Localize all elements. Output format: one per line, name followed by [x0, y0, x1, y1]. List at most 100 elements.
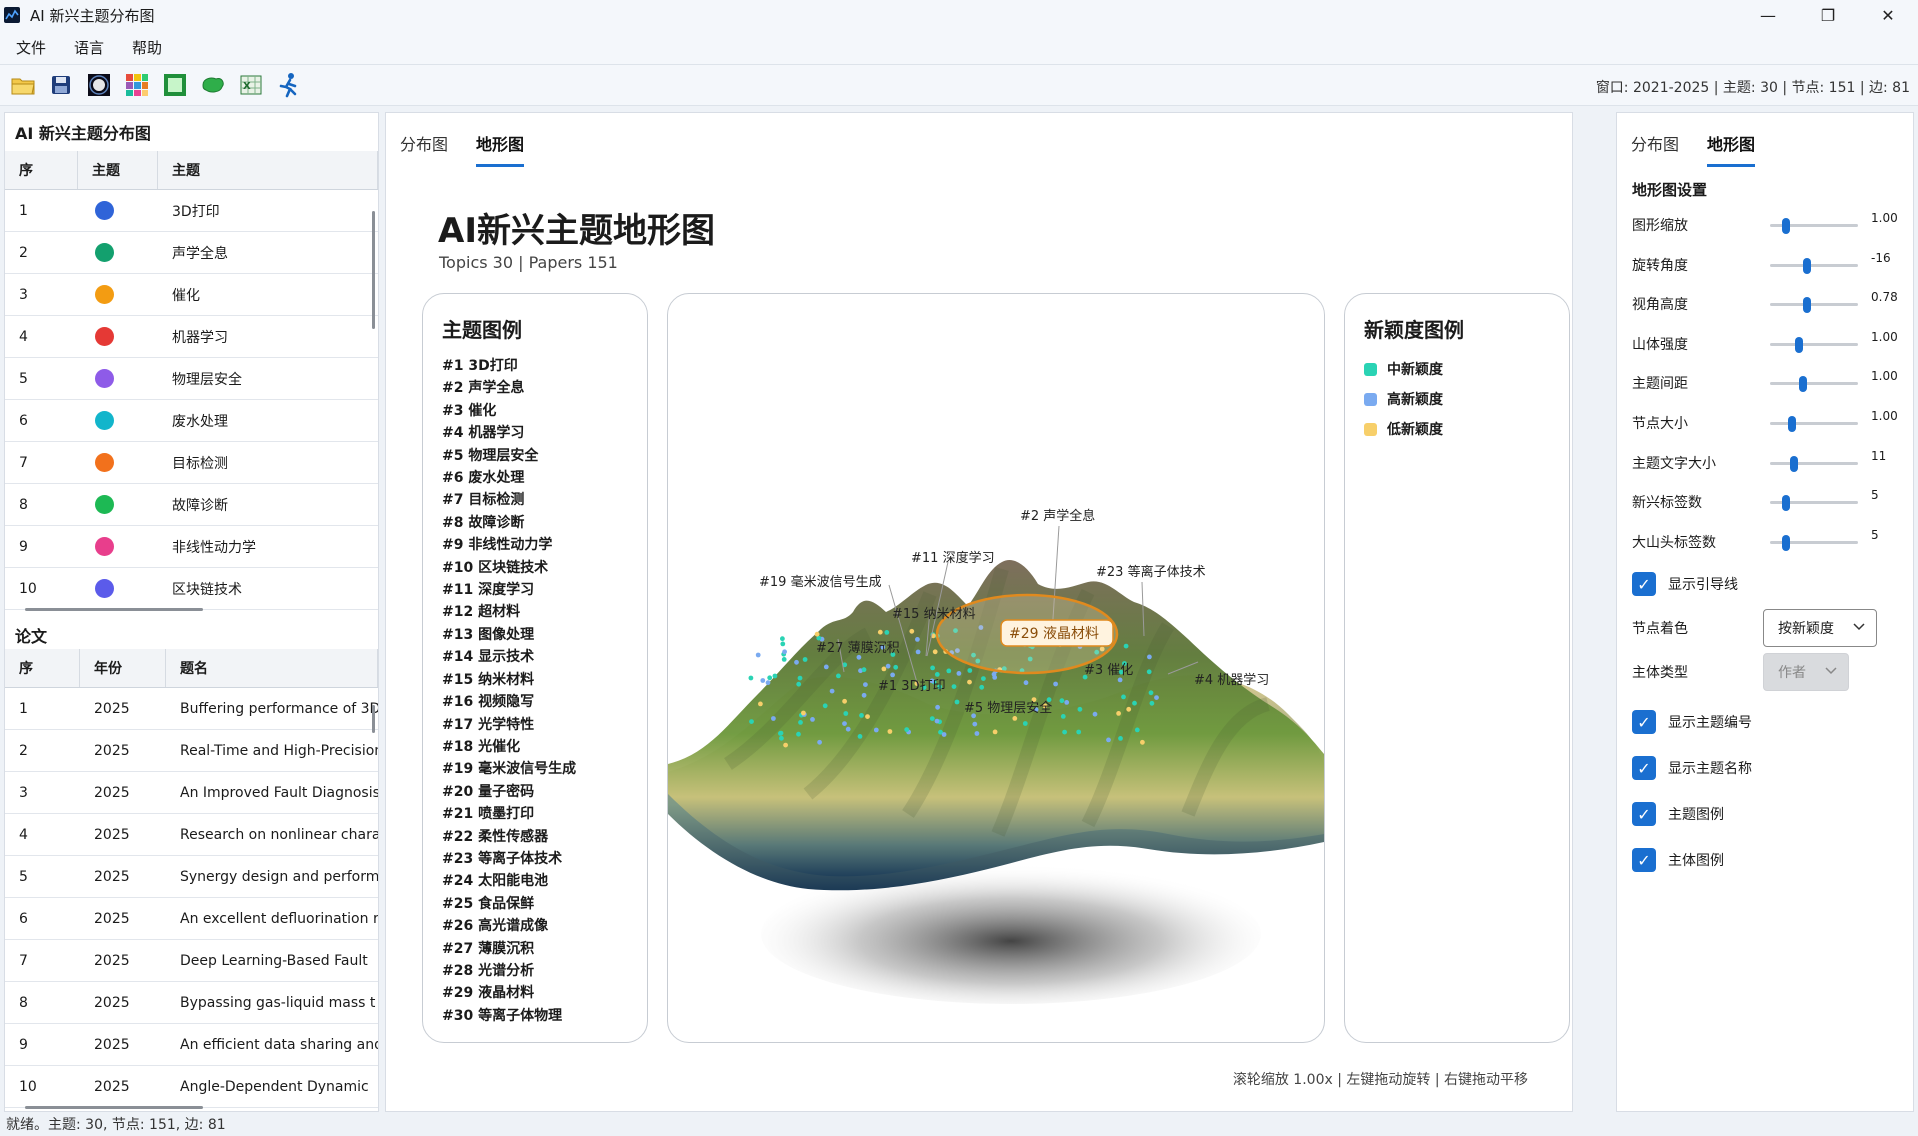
terrain-node[interactable] — [780, 636, 785, 642]
node-color-select[interactable]: 按新颖度 — [1763, 609, 1877, 647]
terrain-node[interactable] — [758, 701, 763, 707]
terrain-node[interactable] — [1149, 700, 1155, 706]
terrain-node[interactable] — [861, 667, 867, 673]
terrain-node[interactable] — [794, 659, 799, 665]
terrain-node[interactable] — [760, 678, 766, 683]
terrain-node[interactable] — [972, 721, 978, 727]
terrain-node[interactable] — [1062, 729, 1067, 735]
terrain-node[interactable] — [842, 698, 847, 704]
topic-row[interactable]: 9 非线性动力学 — [5, 526, 378, 568]
save-icon[interactable] — [46, 70, 76, 100]
terrain-node[interactable] — [1126, 706, 1132, 712]
terrain-node[interactable] — [1134, 727, 1140, 733]
slider-thumb[interactable] — [1795, 336, 1804, 353]
terrain-node[interactable] — [1059, 698, 1065, 704]
terrain-node[interactable] — [1147, 654, 1152, 660]
topic-table-scrollbar[interactable] — [372, 211, 375, 329]
minimize-button[interactable]: — — [1738, 0, 1798, 30]
frame-export-icon[interactable] — [160, 70, 190, 100]
col-header-year[interactable]: 年份 — [80, 649, 166, 687]
topic-row[interactable]: 10 区块链技术 — [5, 568, 378, 610]
slider-thumb[interactable] — [1781, 534, 1790, 551]
terrain-node[interactable] — [1154, 695, 1159, 700]
terrain-node[interactable] — [915, 649, 921, 655]
paper-row[interactable]: 9 2025 An efficient data sharing and — [5, 1024, 378, 1066]
paper-table-hscrollbar[interactable] — [25, 1106, 203, 1109]
paper-row[interactable]: 2 2025 Real-Time and High-Precision — [5, 730, 378, 772]
checkbox-check-icon[interactable]: ✓ — [1632, 710, 1656, 734]
col-header-title[interactable]: 题名 — [166, 649, 378, 687]
show-leader-checkbox[interactable]: ✓ 显示引导线 — [1632, 572, 1738, 596]
topic-row[interactable]: 8 故障诊断 — [5, 484, 378, 526]
terrain-node[interactable] — [951, 684, 957, 689]
terrain-node[interactable] — [845, 726, 851, 732]
terrain-node[interactable] — [981, 676, 986, 681]
terrain-node[interactable] — [779, 735, 784, 741]
terrain-node[interactable] — [771, 716, 776, 721]
terrain-node[interactable] — [772, 673, 778, 679]
slider-thumb[interactable] — [1788, 416, 1796, 432]
slider-thumb[interactable] — [1789, 455, 1798, 472]
topic-row[interactable]: 3 催化 — [5, 274, 378, 316]
topic-table-hscrollbar[interactable] — [25, 608, 203, 611]
paper-row[interactable]: 1 2025 Buffering performance of 3D — [5, 688, 378, 730]
topic-row[interactable]: 1 3D打印 — [5, 190, 378, 232]
terrain-node[interactable] — [1123, 643, 1129, 649]
slider-track[interactable] — [1770, 263, 1858, 267]
terrain-node[interactable] — [857, 734, 863, 739]
paper-row[interactable]: 3 2025 An Improved Fault Diagnosis — [5, 772, 378, 814]
terrain-node[interactable] — [881, 666, 887, 672]
terrain-node[interactable] — [932, 649, 938, 655]
terrain-node[interactable] — [1117, 677, 1123, 683]
col-header-topic[interactable]: 主题 — [158, 151, 378, 189]
terrain-node[interactable] — [904, 727, 910, 732]
settings-tab-terrain[interactable]: 地形图 — [1707, 131, 1756, 167]
paper-row[interactable]: 7 2025 Deep Learning-Based Fault — [5, 940, 378, 982]
terrain-node[interactable] — [1023, 680, 1029, 686]
slider-track[interactable] — [1770, 342, 1858, 346]
terrain-node[interactable] — [967, 668, 973, 673]
option-checkbox[interactable]: ✓ 显示主题编号 — [1632, 710, 1752, 734]
paper-row[interactable]: 8 2025 Bypassing gas-liquid mass t — [5, 982, 378, 1024]
terrain-node[interactable] — [810, 717, 815, 722]
paper-row[interactable]: 6 2025 An excellent defluorination r — [5, 898, 378, 940]
terrain-node[interactable] — [954, 699, 960, 705]
terrain-node[interactable] — [873, 727, 879, 733]
terrain-node[interactable] — [836, 673, 841, 679]
terrain-node[interactable] — [778, 731, 783, 736]
terrain-node[interactable] — [935, 704, 940, 710]
terrain-node[interactable] — [814, 631, 820, 637]
terrain-node[interactable] — [783, 742, 788, 748]
paper-table-scrollbar[interactable] — [372, 705, 375, 733]
terrain-node[interactable] — [890, 672, 895, 678]
terrain-node[interactable] — [1077, 706, 1083, 712]
terrain-node[interactable] — [877, 629, 883, 635]
terrain-node[interactable] — [1064, 700, 1070, 705]
terrain-node[interactable] — [859, 713, 864, 718]
topic-row[interactable]: 7 目标检测 — [5, 442, 378, 484]
terrain-node[interactable] — [755, 652, 761, 658]
terrain-node[interactable] — [863, 682, 868, 687]
topic-row[interactable]: 6 废水处理 — [5, 400, 378, 442]
terrain-node[interactable] — [865, 714, 870, 719]
terrain-node[interactable] — [941, 732, 947, 737]
slider-thumb[interactable] — [1799, 376, 1808, 393]
slider-track[interactable] — [1770, 382, 1858, 386]
checkbox-check-icon[interactable]: ✓ — [1632, 572, 1656, 596]
terrain-node[interactable] — [893, 664, 899, 670]
terrain-node[interactable] — [909, 628, 915, 634]
terrain-node[interactable] — [1022, 721, 1028, 726]
terrain-canvas[interactable]: #29 液晶材料 #2 声学全息 #11 深度学习 #23 等离子体技术 #19… — [667, 293, 1325, 1043]
glow-export-icon[interactable] — [84, 70, 114, 100]
menu-file[interactable]: 文件 — [16, 37, 46, 58]
terrain-node[interactable] — [796, 731, 801, 737]
terrain-node[interactable] — [956, 671, 962, 676]
terrain-node[interactable] — [748, 675, 754, 681]
terrain-node[interactable] — [946, 668, 952, 674]
checkbox-check-icon[interactable]: ✓ — [1632, 756, 1656, 780]
topic-row[interactable]: 2 声学全息 — [5, 232, 378, 274]
color-palette-icon[interactable] — [122, 70, 152, 100]
option-checkbox[interactable]: ✓ 主题图例 — [1632, 802, 1724, 826]
runner-icon[interactable] — [274, 70, 304, 100]
terrain-node[interactable] — [1053, 681, 1058, 687]
